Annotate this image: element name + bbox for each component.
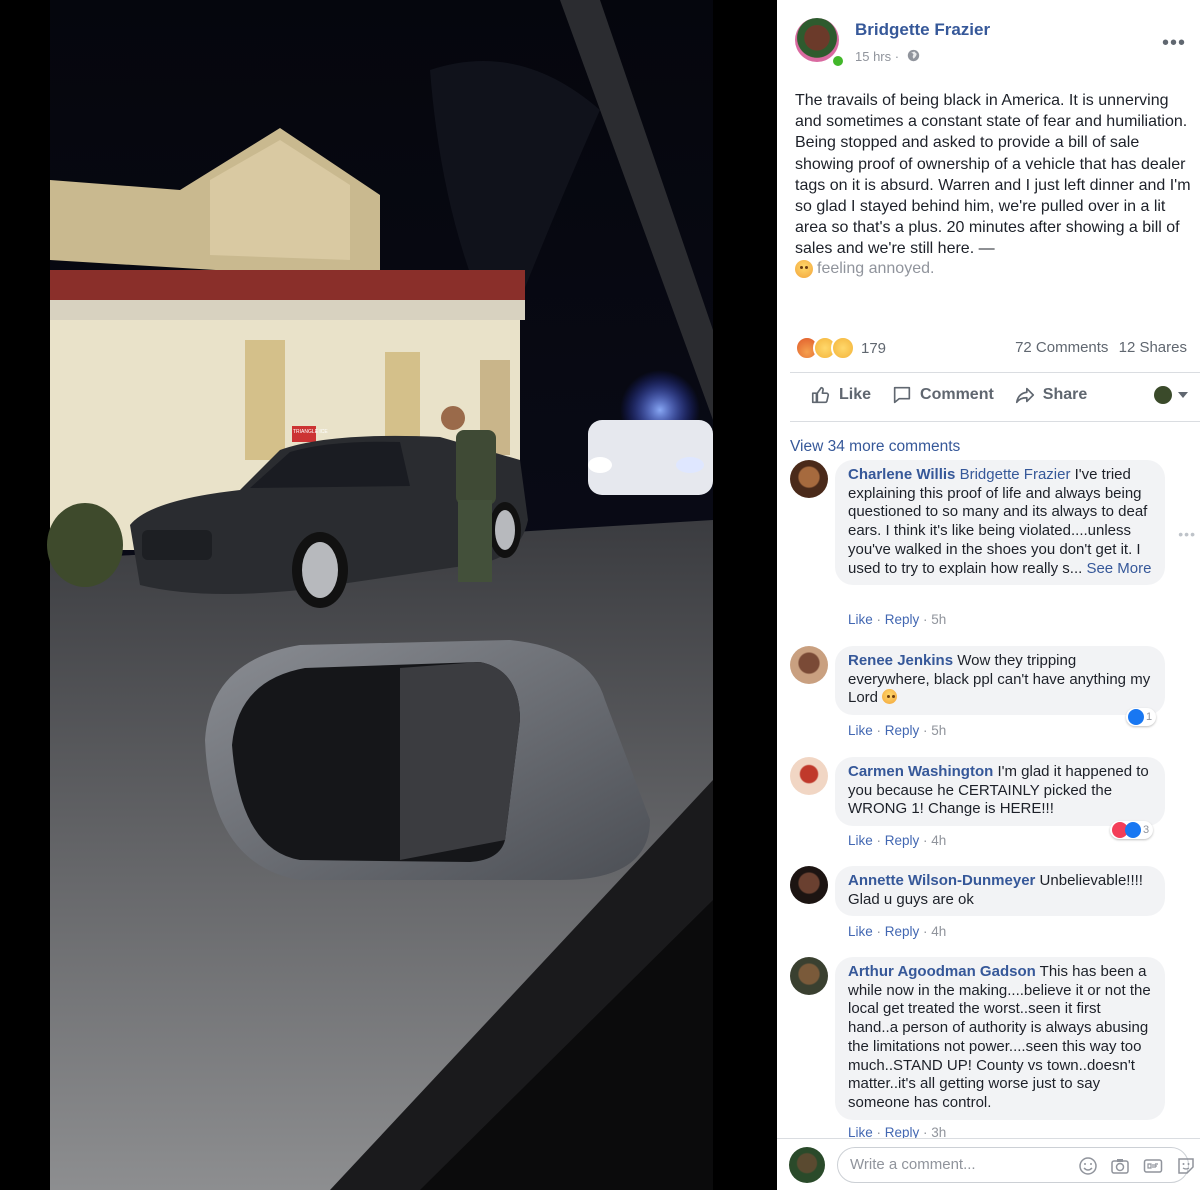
thumbs-up-icon bbox=[811, 386, 830, 404]
comment-reactions[interactable]: 3 bbox=[1110, 821, 1154, 839]
sticker-icon[interactable] bbox=[1176, 1156, 1196, 1176]
comment-reply-link[interactable]: Reply bbox=[885, 833, 920, 848]
annoyed-emoji-icon bbox=[882, 689, 898, 705]
write-comment-input[interactable]: Write a comment... bbox=[837, 1147, 1194, 1183]
like-reaction-icon bbox=[1125, 822, 1141, 838]
tagged-user[interactable]: Bridgette Frazier bbox=[960, 466, 1071, 483]
comment-reply-link[interactable]: Reply bbox=[885, 612, 920, 627]
feeling-text: feeling annoyed. bbox=[817, 260, 935, 277]
comment-text: This has been a while now in the making.… bbox=[848, 963, 1151, 1111]
traffic-stop-photo: TRIANGLE ICE bbox=[0, 0, 777, 1190]
view-more-comments-link[interactable]: View 34 more comments bbox=[790, 438, 960, 456]
share-button[interactable]: Share bbox=[1014, 384, 1087, 406]
comment-meta: Like · Reply · 4h bbox=[848, 924, 947, 939]
post-timestamp[interactable]: 15 hrs · bbox=[855, 49, 899, 64]
online-status-dot bbox=[831, 54, 845, 68]
commenter-name[interactable]: Arthur Agoodman Gadson bbox=[848, 963, 1036, 980]
camera-icon[interactable] bbox=[1110, 1156, 1130, 1176]
commenter-name[interactable]: Charlene Willis bbox=[848, 466, 955, 483]
comment-time[interactable]: 3h bbox=[931, 1125, 946, 1138]
reactions-summary[interactable]: 179 bbox=[795, 336, 886, 360]
like-reaction-icon bbox=[1128, 709, 1144, 725]
comment-bubble: Charlene Willis Bridgette Frazier I've t… bbox=[835, 460, 1165, 586]
reaction-count: 179 bbox=[861, 339, 887, 357]
comment-composer: Write a comment... bbox=[777, 1138, 1200, 1190]
post-header: Bridgette Frazier 15 hrs · ••• bbox=[795, 18, 1185, 68]
see-more-link[interactable]: See More bbox=[1086, 560, 1151, 577]
comment-meta: Like · Reply · 5h bbox=[848, 612, 947, 627]
comment-time[interactable]: 5h bbox=[931, 723, 946, 738]
gif-icon[interactable] bbox=[1143, 1156, 1163, 1176]
comment-bubble: Arthur Agoodman Gadson This has been a w… bbox=[835, 957, 1165, 1120]
comment-icon bbox=[893, 386, 911, 404]
comment-time[interactable]: 5h bbox=[931, 612, 946, 627]
commenter-avatar[interactable] bbox=[790, 957, 828, 995]
feeling-line: feeling annoyed. bbox=[795, 260, 934, 278]
comment-meta: Like · Reply · 3h bbox=[848, 1125, 947, 1138]
comment-reply-link[interactable]: Reply bbox=[885, 1125, 920, 1138]
comments-count[interactable]: 72 Comments bbox=[1015, 339, 1108, 356]
comment-like-link[interactable]: Like bbox=[848, 833, 873, 848]
comment-bubble: Carmen Washington I'm glad it happened t… bbox=[835, 757, 1165, 827]
commenter-name[interactable]: Annette Wilson-Dunmeyer bbox=[848, 872, 1035, 889]
share-label: Share bbox=[1042, 386, 1088, 403]
comment-button[interactable]: Comment bbox=[891, 384, 994, 406]
comment-time[interactable]: 4h bbox=[931, 924, 946, 939]
commenter-name[interactable]: Carmen Washington bbox=[848, 763, 993, 780]
comment-like-link[interactable]: Like bbox=[848, 612, 873, 627]
commenter-avatar[interactable] bbox=[790, 460, 828, 498]
write-comment-placeholder: Write a comment... bbox=[850, 1156, 976, 1173]
commenter-name[interactable]: Renee Jenkins bbox=[848, 652, 953, 669]
comments-list: View 34 more comments Charlene Willis Br… bbox=[777, 422, 1200, 1138]
comment-reactions[interactable]: 1 bbox=[1126, 708, 1157, 726]
commenter-avatar[interactable] bbox=[790, 757, 828, 795]
comment-reply-link[interactable]: Reply bbox=[885, 723, 920, 738]
comment-reaction-count: 3 bbox=[1143, 824, 1150, 836]
store-sign: TRIANGLE ICE bbox=[293, 429, 328, 435]
like-label: Like bbox=[839, 386, 872, 403]
comment-reply-link[interactable]: Reply bbox=[885, 924, 920, 939]
share-icon bbox=[1015, 387, 1034, 404]
post-stats: 72 Comments 12 Shares bbox=[1009, 339, 1187, 356]
like-button[interactable]: Like bbox=[810, 384, 871, 406]
comment-reaction-count: 1 bbox=[1146, 711, 1153, 723]
chevron-down-icon bbox=[1178, 392, 1188, 398]
comment-meta: Like · Reply · 5h bbox=[848, 723, 947, 738]
post-text: The travails of being black in America. … bbox=[795, 92, 1191, 258]
sad-reaction-icon bbox=[831, 336, 855, 360]
comment-time[interactable]: 4h bbox=[931, 833, 946, 848]
comment-like-link[interactable]: Like bbox=[848, 723, 873, 738]
comment-bubble: Renee Jenkins Wow they tripping everywhe… bbox=[835, 646, 1165, 716]
viewer-avatar[interactable] bbox=[789, 1147, 825, 1183]
comment-like-link[interactable]: Like bbox=[848, 924, 873, 939]
commenter-avatar[interactable] bbox=[790, 866, 828, 904]
comment-like-link[interactable]: Like bbox=[848, 1125, 873, 1138]
annoyed-emoji-icon bbox=[795, 260, 813, 278]
shares-count[interactable]: 12 Shares bbox=[1119, 339, 1187, 356]
commenter-avatar[interactable] bbox=[790, 646, 828, 684]
more-options-icon[interactable]: ••• bbox=[1162, 33, 1186, 53]
emoji-icon[interactable] bbox=[1078, 1156, 1098, 1176]
globe-icon bbox=[907, 49, 920, 62]
comment-bubble: Annette Wilson-Dunmeyer Unbelievable!!!!… bbox=[835, 866, 1165, 917]
comment-meta: Like · Reply · 4h bbox=[848, 833, 947, 848]
post-actions: Like Comment Share bbox=[790, 373, 1200, 417]
comment-label: Comment bbox=[920, 386, 994, 403]
comment-options-icon[interactable]: ••• bbox=[1178, 526, 1196, 542]
post-photo[interactable]: TRIANGLE ICE bbox=[0, 0, 777, 1190]
post-sidebar: Bridgette Frazier 15 hrs · ••• The trava… bbox=[777, 0, 1200, 1190]
profile-mini-icon bbox=[1154, 386, 1172, 404]
author-name[interactable]: Bridgette Frazier bbox=[855, 20, 990, 40]
audience-selector[interactable] bbox=[1154, 386, 1188, 404]
